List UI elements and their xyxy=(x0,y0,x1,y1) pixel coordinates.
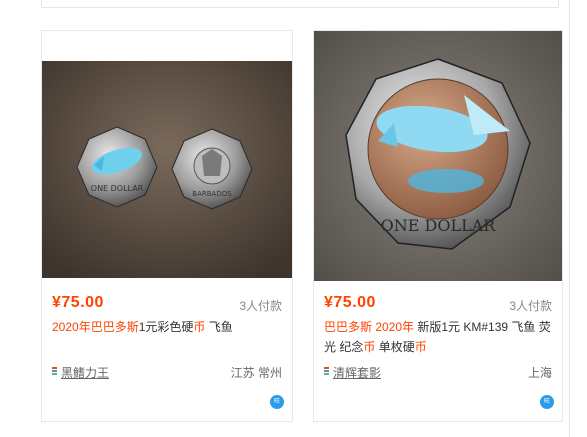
paid-count: 3人付款 xyxy=(239,299,282,313)
chat-bubble-icon[interactable]: 旺 xyxy=(270,395,284,409)
title-keyword: 巴巴多斯 2020年 xyxy=(324,320,415,334)
paid-count: 3人付款 xyxy=(509,299,552,313)
title-text: 1元彩色硬 xyxy=(138,320,194,334)
right-divider xyxy=(569,0,570,437)
shop-link[interactable]: 清辉套影 xyxy=(324,364,381,381)
title-keyword: 币 xyxy=(414,340,427,354)
price: ¥75.00 xyxy=(324,294,376,311)
shop-icon xyxy=(324,366,329,379)
title-text: 单枚硬 xyxy=(375,340,415,354)
previous-row-bottom xyxy=(41,0,559,8)
shop-name: 清辉套影 xyxy=(333,366,382,380)
title-keyword: 2020年巴巴多斯 xyxy=(52,320,139,334)
product-image[interactable]: ONE DOLLAR BARBADOS xyxy=(42,61,292,278)
svg-text:ONE DOLLAR: ONE DOLLAR xyxy=(381,216,497,235)
location: 江苏 常州 xyxy=(230,366,282,380)
title-keyword: 币 xyxy=(363,340,376,354)
product-card[interactable]: ONE DOLLAR ¥75.00 3人付款 巴巴多斯 2020年 新版1元 K… xyxy=(313,30,563,422)
location: 上海 xyxy=(527,366,552,380)
price: ¥75.00 xyxy=(52,294,104,311)
product-card[interactable]: ONE DOLLAR BARBADOS ¥75.00 3人付款 2020年巴巴多… xyxy=(41,30,293,422)
shop-name: 黑鳍力王 xyxy=(61,366,110,380)
product-title-link[interactable]: 巴巴多斯 2020年 新版1元 KM#139 飞鱼 荧光 纪念币 单枚硬币 xyxy=(324,317,552,357)
title-text: 飞鱼 xyxy=(205,320,233,334)
shop-icon xyxy=(52,366,57,379)
coins-photo: ONE DOLLAR BARBADOS xyxy=(42,61,292,278)
coin-photo: ONE DOLLAR xyxy=(314,31,562,281)
product-image[interactable]: ONE DOLLAR xyxy=(314,31,562,281)
shop-link[interactable]: 黑鳍力王 xyxy=(52,364,109,381)
product-title-link[interactable]: 2020年巴巴多斯1元彩色硬币 飞鱼 xyxy=(52,317,282,337)
title-keyword: 币 xyxy=(193,320,206,334)
svg-text:ONE DOLLAR: ONE DOLLAR xyxy=(91,184,144,193)
svg-text:BARBADOS: BARBADOS xyxy=(192,190,232,198)
chat-bubble-icon[interactable]: 旺 xyxy=(540,395,554,409)
